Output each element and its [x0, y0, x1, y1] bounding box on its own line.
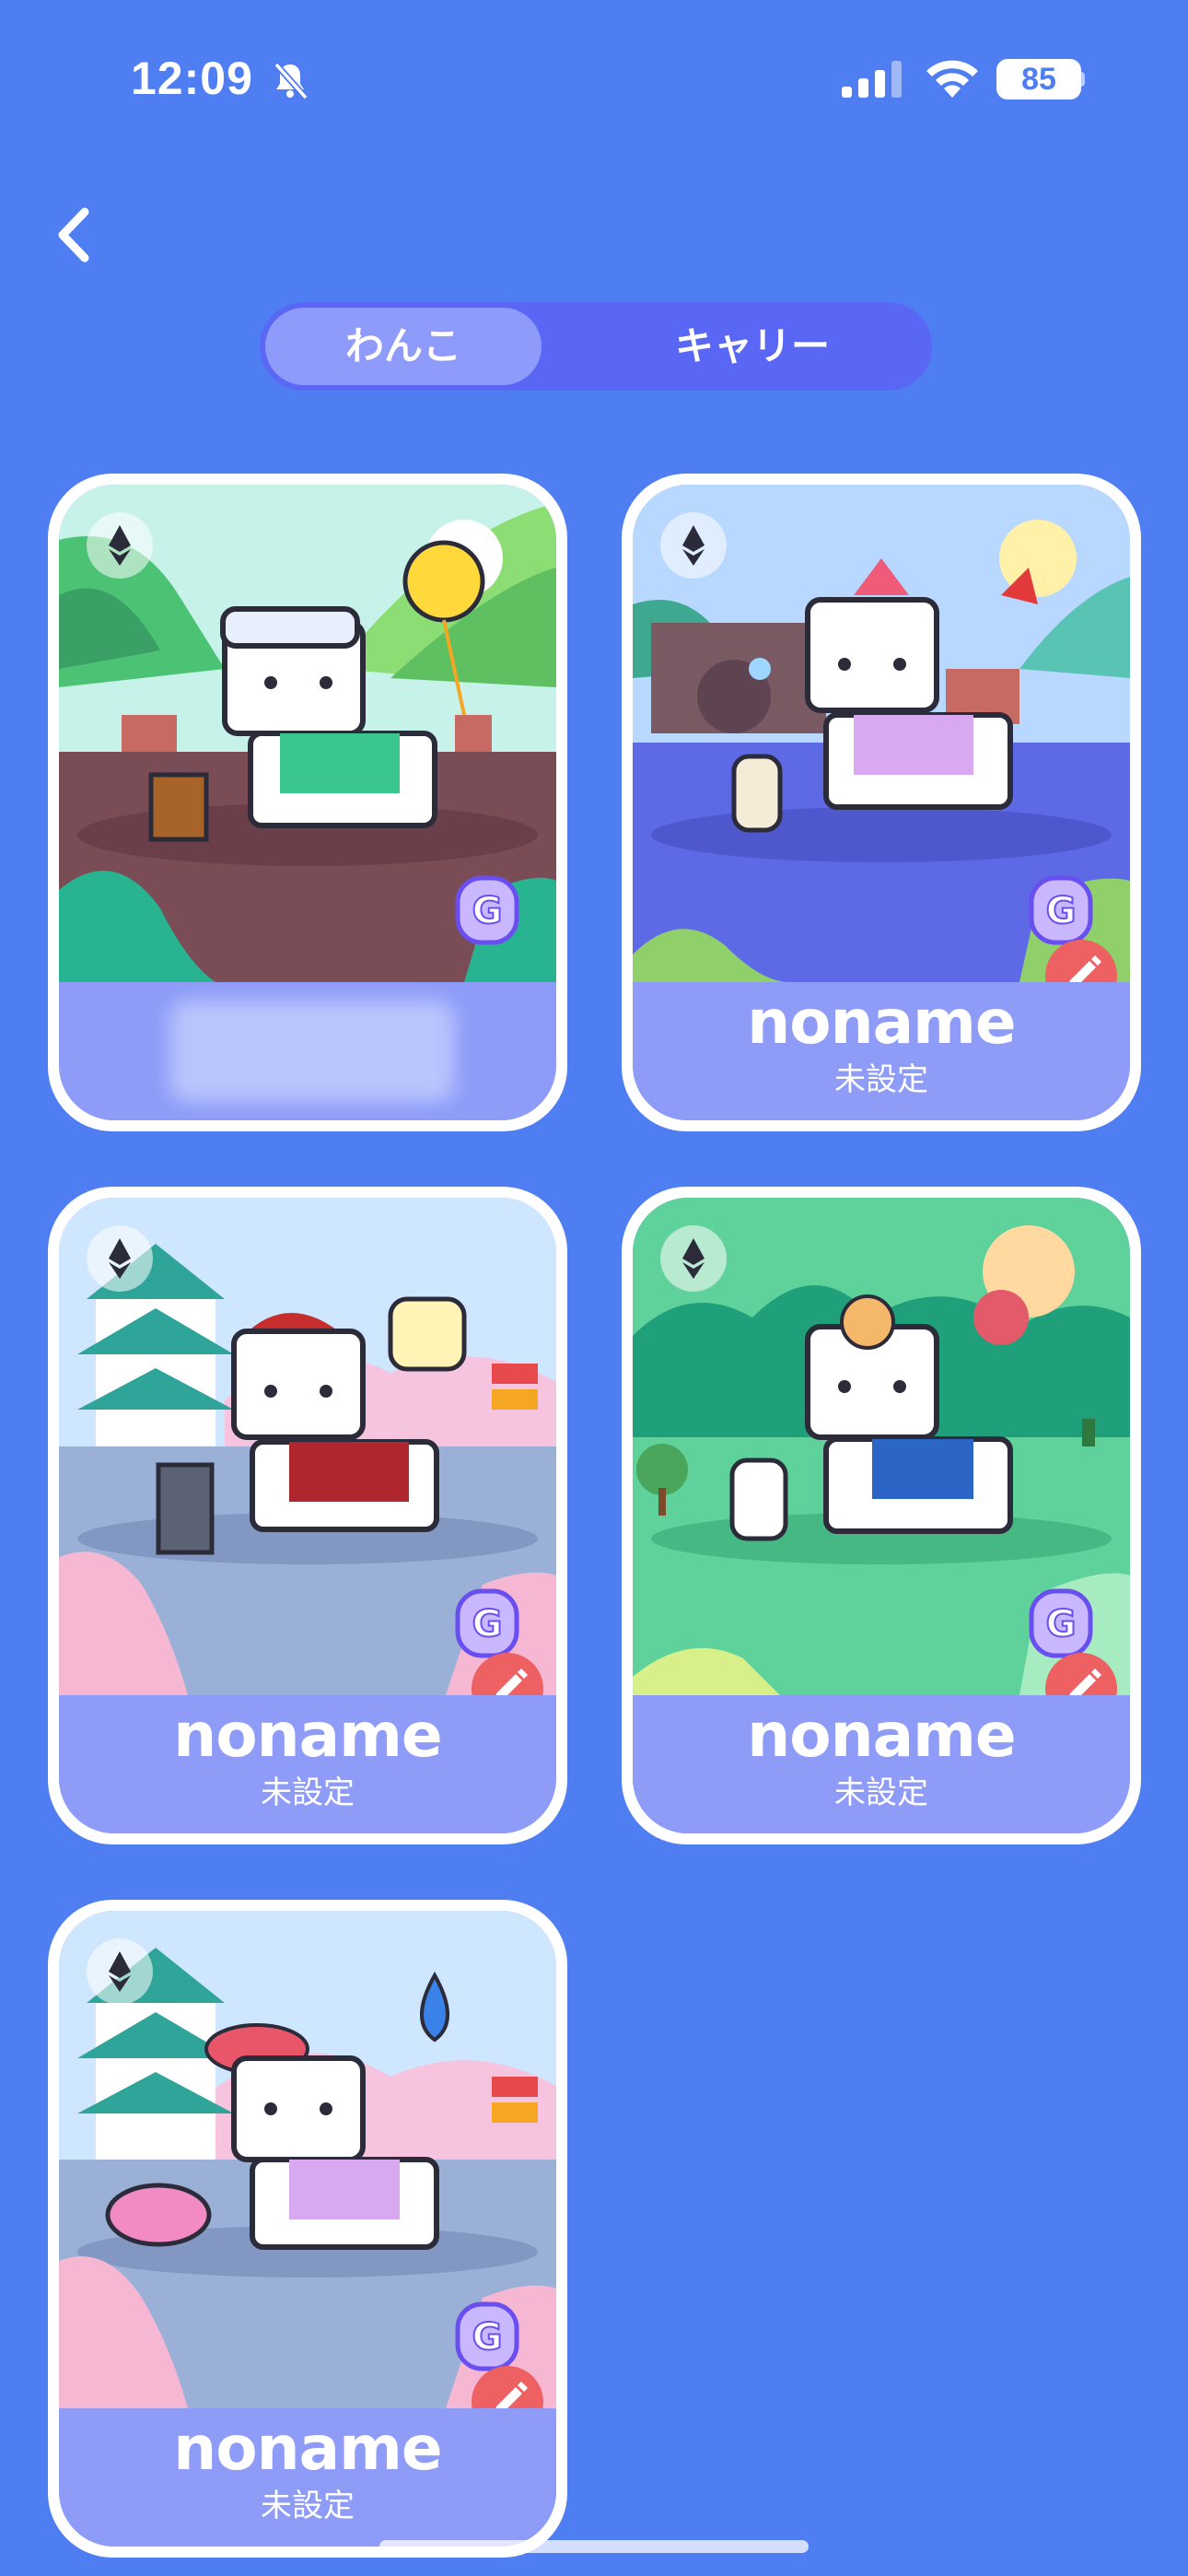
ethereum-icon — [660, 1225, 727, 1292]
card-name-area: noname 未設定 — [59, 1695, 556, 1833]
dog-subtitle: 未設定 — [261, 1775, 355, 1810]
card-body: G noname 未設定 — [59, 1911, 556, 2547]
g-token-icon: G — [1029, 875, 1093, 945]
svg-text:G: G — [472, 2316, 503, 2359]
card-body: G noname 未設定 — [59, 1198, 556, 1833]
ethereum-icon — [87, 512, 153, 579]
g-token-icon: G — [1029, 1588, 1093, 1658]
back-chevron-icon[interactable] — [46, 203, 101, 267]
svg-text:G: G — [1046, 890, 1077, 932]
battery-cap — [1079, 72, 1085, 87]
g-token-icon: G — [455, 2301, 519, 2371]
g-token-icon: G — [455, 1588, 519, 1658]
status-bar: 12:09 85 — [0, 0, 1188, 157]
dog-card[interactable]: G noname 未設定 — [622, 1187, 1141, 1844]
cellular-signal-icon — [842, 61, 902, 98]
ethereum-icon — [87, 1225, 153, 1292]
battery-icon: 85 — [996, 59, 1081, 100]
dog-name: noname — [173, 1700, 442, 1771]
card-body: G noname 未設定 — [633, 485, 1130, 1120]
dog-card[interactable]: G noname 未設定 — [48, 1187, 567, 1844]
dog-subtitle: 未設定 — [834, 1062, 928, 1097]
card-name-area: noname 未設定 — [633, 982, 1130, 1120]
wifi-icon — [926, 60, 978, 98]
ethereum-icon — [87, 1938, 153, 2005]
dog-card[interactable]: G — [48, 474, 567, 1131]
svg-text:G: G — [472, 890, 503, 932]
card-body: G noname 未設定 — [633, 1198, 1130, 1833]
home-indicator[interactable] — [379, 2540, 809, 2553]
g-token-icon: G — [455, 875, 519, 945]
card-name-area: noname 未設定 — [633, 1695, 1130, 1833]
tab-wanko[interactable]: わんこ — [265, 308, 542, 385]
dog-card[interactable]: G noname 未設定 — [622, 474, 1141, 1131]
dog-card[interactable]: G noname 未設定 — [48, 1900, 567, 2558]
status-time: 12:09 — [131, 53, 253, 104]
dog-name: noname — [747, 1700, 1016, 1771]
tab-carry[interactable]: キャリー — [600, 308, 904, 385]
dog-subtitle: 未設定 — [261, 2488, 355, 2523]
dog-name: noname — [173, 2413, 442, 2484]
bell-slash-icon — [274, 62, 309, 100]
card-name-area: noname 未設定 — [59, 2408, 556, 2547]
segmented-control: わんこ キャリー — [260, 302, 932, 391]
svg-text:G: G — [1046, 1603, 1077, 1645]
card-body: G — [59, 485, 556, 1120]
blurred-name — [169, 1001, 455, 1102]
dog-subtitle: 未設定 — [834, 1775, 928, 1810]
dog-name: noname — [747, 987, 1016, 1058]
svg-text:G: G — [472, 1603, 503, 1645]
card-name-area — [59, 982, 556, 1120]
ethereum-icon — [660, 512, 727, 579]
